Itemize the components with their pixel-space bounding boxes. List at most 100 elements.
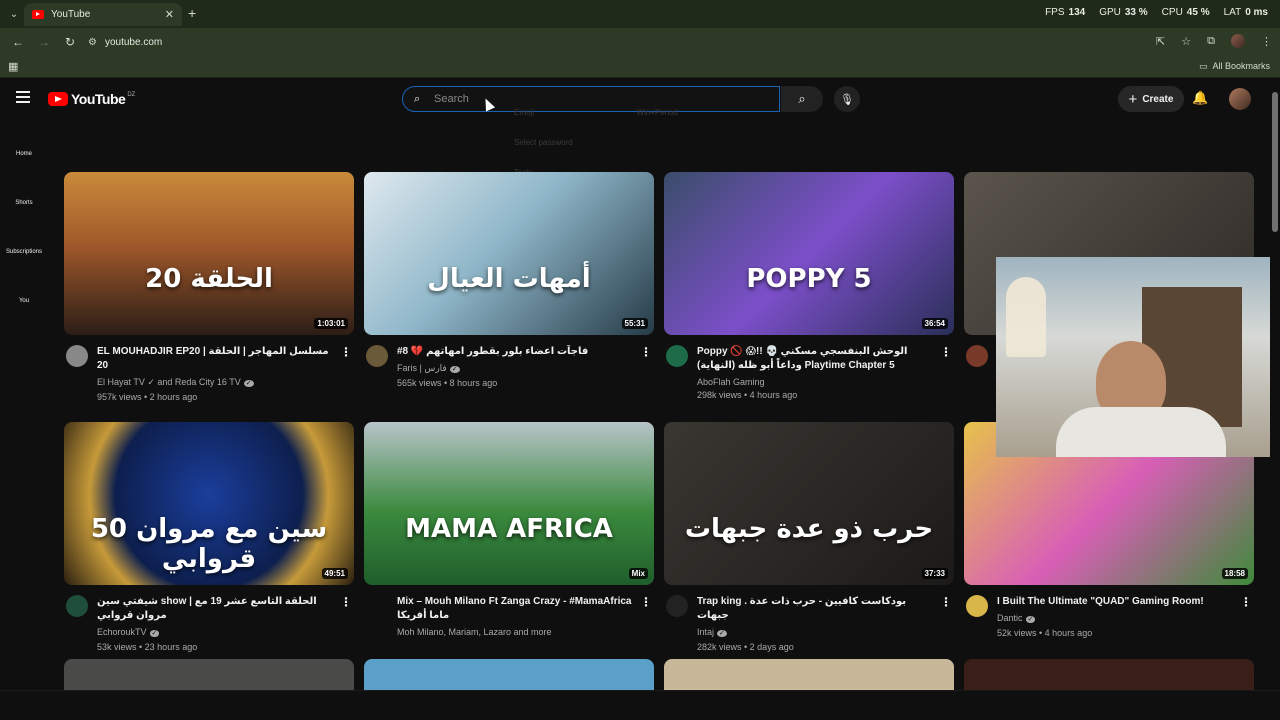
video-title[interactable]: #8 💔 فاجآت اعضاء بلور بقطور امهاتهم bbox=[397, 345, 634, 359]
channel-name[interactable]: AboFlah Gaming bbox=[697, 376, 934, 388]
plus-icon: + bbox=[1128, 90, 1138, 108]
channel-avatar[interactable] bbox=[666, 345, 688, 367]
duration-badge: 49:51 bbox=[321, 568, 348, 579]
forward-icon[interactable]: → bbox=[32, 32, 56, 52]
duration-badge: 36:54 bbox=[921, 318, 948, 329]
search-button[interactable]: ⌕ bbox=[781, 86, 823, 112]
video-stats: 298k views • 4 hours ago bbox=[697, 390, 798, 400]
duration-badge: 55:31 bbox=[621, 318, 648, 329]
hamburger-menu-icon[interactable] bbox=[16, 91, 30, 103]
video-card[interactable]: POPPY 5 36:54 Poppy 🚫 😱!! الوحش البنفسجي م… bbox=[664, 172, 954, 402]
account-avatar[interactable] bbox=[1229, 88, 1251, 110]
bookmark-star-icon[interactable]: ☆ bbox=[1181, 35, 1191, 48]
video-stats: 565k views • 8 hours ago bbox=[397, 378, 498, 388]
video-thumbnail-partial[interactable] bbox=[964, 659, 1254, 690]
guide-item-shorts[interactable]: Shorts bbox=[0, 169, 48, 218]
all-bookmarks-button[interactable]: ▭ All Bookmarks bbox=[1199, 61, 1270, 72]
guide-item-you[interactable]: You bbox=[0, 267, 48, 316]
video-card[interactable]: MAMA AFRICA Mix Mix – Mouh Milano Ft Zanga… bbox=[364, 422, 654, 638]
video-title[interactable]: Poppy 🚫 😱!! الوحش البنفسجي مسكني 💀 وداعا… bbox=[697, 345, 934, 373]
verified-check-icon: ✓ bbox=[149, 630, 160, 637]
tab-title: YouTube bbox=[51, 9, 91, 20]
video-card[interactable]: 50 سين مع مروان قروابي 49:51 شيفتي سين sho… bbox=[64, 422, 354, 654]
browser-tab-youtube[interactable]: YouTube ✕ bbox=[24, 3, 182, 26]
more-actions-icon[interactable]: ⋮ bbox=[640, 345, 652, 359]
video-card[interactable]: الحلقة 20 1:03:01 EL MOUHADJIR EP20 | مسلس… bbox=[64, 172, 354, 404]
search-icon: ⌕ bbox=[798, 91, 806, 106]
duration-badge: Mix bbox=[628, 568, 648, 579]
verified-check-icon: ✓ bbox=[449, 366, 460, 373]
video-thumbnail[interactable]: MAMA AFRICA Mix bbox=[364, 422, 654, 585]
channel-name[interactable]: Intaj ✓ bbox=[697, 626, 934, 640]
page-scrollbar[interactable] bbox=[1270, 80, 1280, 690]
channel-avatar[interactable] bbox=[66, 345, 88, 367]
video-title[interactable]: شيفتي سين show | الحلقة التاسع عشر 19 مع… bbox=[97, 595, 334, 623]
video-stats: 53k views • 23 hours ago bbox=[97, 642, 198, 652]
create-button[interactable]: + Create bbox=[1118, 86, 1184, 112]
apps-grid-icon[interactable]: ▦ bbox=[8, 60, 18, 73]
guide-item-home[interactable]: Home bbox=[0, 120, 48, 169]
video-thumbnail[interactable]: أمهات العيال 55:31 bbox=[364, 172, 654, 335]
voice-search-button[interactable]: 🎙 bbox=[834, 86, 860, 112]
site-info-icon[interactable]: ⚙ bbox=[88, 37, 97, 48]
more-actions-icon[interactable]: ⋮ bbox=[940, 595, 952, 609]
new-tab-button[interactable]: + bbox=[188, 5, 196, 21]
duration-badge: 37:33 bbox=[921, 568, 948, 579]
video-thumbnail[interactable]: الحلقة 20 1:03:01 bbox=[64, 172, 354, 335]
back-icon[interactable]: ← bbox=[6, 32, 30, 52]
channel-name[interactable]: Moh Milano, Mariam, Lazaro and more bbox=[397, 626, 634, 638]
notifications-bell-icon[interactable]: 🔔 bbox=[1192, 90, 1208, 106]
reload-icon[interactable]: ↻ bbox=[58, 32, 82, 52]
channel-avatar[interactable] bbox=[366, 345, 388, 367]
video-card[interactable]: أمهات العيال 55:31 #8 💔 فاجآت اعضاء بلور ب… bbox=[364, 172, 654, 390]
browser-menu-icon[interactable]: ⋮ bbox=[1261, 35, 1272, 48]
channel-name[interactable]: EchoroukTV ✓ bbox=[97, 626, 334, 640]
lamp-shape bbox=[1006, 277, 1046, 357]
video-thumbnail-partial[interactable] bbox=[364, 659, 654, 690]
url-field[interactable]: ⚙ youtube.com bbox=[88, 37, 162, 48]
channel-name[interactable]: Dantic ✓ bbox=[997, 612, 1234, 626]
more-actions-icon[interactable]: ⋮ bbox=[1240, 595, 1252, 609]
thumbnail-caption: أمهات العيال bbox=[427, 264, 591, 294]
video-thumbnail-partial[interactable] bbox=[664, 659, 954, 690]
video-thumbnail[interactable]: POPPY 5 36:54 bbox=[664, 172, 954, 335]
more-actions-icon[interactable]: ⋮ bbox=[640, 595, 652, 609]
more-actions-icon[interactable]: ⋮ bbox=[940, 345, 952, 359]
video-title[interactable]: Mix – Mouh Milano Ft Zanga Crazy - #Mama… bbox=[397, 595, 634, 623]
scrollbar-thumb[interactable] bbox=[1272, 92, 1278, 232]
video-thumbnail[interactable]: 50 سين مع مروان قروابي 49:51 bbox=[64, 422, 354, 585]
verified-check-icon: ✓ bbox=[1025, 616, 1036, 623]
channel-avatar[interactable] bbox=[666, 595, 688, 617]
install-app-icon[interactable]: ⇱ bbox=[1156, 35, 1165, 48]
tab-search-chevron-icon[interactable]: ⌄ bbox=[4, 4, 24, 24]
video-card[interactable]: حرب ذو عدة جبهات 37:33 Trap king . بودكاست… bbox=[664, 422, 954, 654]
thumbnail-caption: حرب ذو عدة جبهات bbox=[684, 514, 934, 544]
video-thumbnail-partial[interactable] bbox=[64, 659, 354, 690]
channel-name[interactable]: Faris | فارس ✓ bbox=[397, 362, 634, 376]
video-title[interactable]: I Built The Ultimate "QUAD" Gaming Room! bbox=[997, 595, 1234, 609]
youtube-favicon-icon bbox=[32, 10, 44, 19]
channel-avatar[interactable] bbox=[966, 345, 988, 367]
extensions-icon[interactable]: ⧉ bbox=[1207, 35, 1215, 48]
thumbnail-caption: POPPY 5 bbox=[746, 264, 872, 294]
more-actions-icon[interactable]: ⋮ bbox=[340, 595, 352, 609]
thumbnail-caption: MAMA AFRICA bbox=[405, 514, 613, 544]
performance-overlay: FPS 134 GPU 33 % CPU 45 % LAT 0 ms bbox=[1045, 7, 1268, 18]
more-actions-icon[interactable]: ⋮ bbox=[340, 345, 352, 359]
youtube-logo[interactable]: YouTube DZ bbox=[48, 91, 135, 107]
channel-name[interactable]: El Hayat TV ✓ and Reda City 16 TV ✓ bbox=[97, 376, 334, 390]
video-title[interactable]: EL MOUHADJIR EP20 | مسلسل المهاجر | الحل… bbox=[97, 345, 334, 373]
channel-avatar[interactable] bbox=[966, 595, 988, 617]
duration-badge: 1:03:01 bbox=[314, 318, 348, 329]
profile-avatar[interactable] bbox=[1231, 34, 1245, 48]
video-thumbnail[interactable]: حرب ذو عدة جبهات 37:33 bbox=[664, 422, 954, 585]
guide-item-subscriptions[interactable]: Subscriptions bbox=[0, 218, 48, 267]
video-title[interactable]: Trap king . بودكاست كافيين - حرب ذات عدة… bbox=[697, 595, 934, 623]
tab-close-icon[interactable]: ✕ bbox=[165, 8, 174, 21]
verified-check-icon: ✓ bbox=[243, 380, 254, 387]
channel-avatar[interactable] bbox=[66, 595, 88, 617]
ghost-menu-item: Select password bbox=[514, 138, 573, 147]
channel-avatar[interactable] bbox=[366, 595, 388, 617]
browser-tab-bar: ⌄ YouTube ✕ + FPS 134 GPU 33 % CPU 45 % LAT… bbox=[0, 0, 1280, 28]
url-text: youtube.com bbox=[104, 36, 163, 48]
